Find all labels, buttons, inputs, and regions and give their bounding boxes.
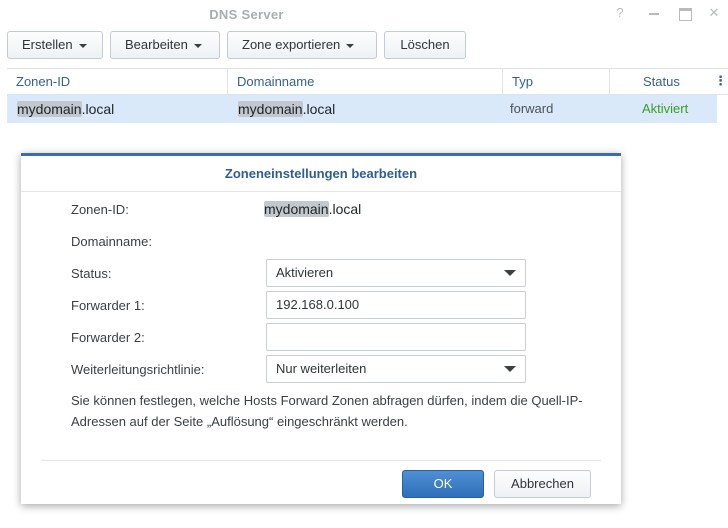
maximize-icon[interactable] (677, 5, 693, 21)
row-zone-id: mydomain.local (7, 95, 228, 123)
zone-id-label: Zonen-ID: (71, 202, 129, 217)
forwarder2-input[interactable] (266, 323, 526, 351)
create-button[interactable]: Erstellen (7, 31, 103, 59)
chevron-down-icon (346, 43, 355, 48)
chevron-down-icon (78, 43, 87, 48)
forward-policy-label: Weiterleitungsrichtlinie: (71, 362, 205, 377)
forwarder1-label: Forwarder 1: (71, 298, 145, 313)
help-icon[interactable]: ? (612, 5, 628, 21)
zone-id-value: mydomain.local (264, 201, 361, 217)
edit-button[interactable]: Bearbeiten (110, 31, 220, 59)
close-icon[interactable]: ✕ (706, 5, 722, 21)
zone-id-suffix: .local (328, 201, 362, 217)
chevron-down-icon (504, 366, 516, 372)
dialog-title: Zoneneinstellungen bearbeiten (224, 166, 418, 181)
edit-zone-dialog: Zoneneinstellungen bearbeiten Zonen-ID: … (21, 153, 621, 504)
edit-button-label: Bearbeiten (125, 37, 188, 52)
redacted-text: mydomain (238, 101, 303, 117)
chevron-down-icon (193, 43, 202, 48)
create-button-label: Erstellen (22, 37, 73, 52)
minimize-icon[interactable] (646, 5, 662, 21)
forward-zone-note: Sie können festlegen, welche Hosts Forwa… (71, 393, 583, 429)
export-zone-button-label: Zone exportieren (242, 37, 341, 52)
window-titlebar: DNS Server ? ✕ (0, 0, 728, 28)
row-domain-name: mydomain.local (228, 95, 503, 123)
status-label: Status: (71, 266, 112, 281)
cancel-button[interactable]: Abbrechen (494, 470, 591, 498)
forward-policy-select-value: Nur weiterleiten (276, 361, 367, 376)
row-domain-suffix: .local (302, 101, 336, 117)
table-row[interactable]: mydomain.local mydomain.local forward Ak… (7, 95, 717, 123)
dialog-divider (21, 191, 621, 192)
ok-button[interactable]: OK (402, 470, 484, 498)
forward-policy-select[interactable]: Nur weiterleiten (266, 355, 526, 383)
status-select-value: Aktivieren (276, 265, 334, 280)
status-select[interactable]: Aktivieren (266, 259, 526, 287)
zone-grid-header: Zonen-ID Domainname Typ Status ⋮ (7, 68, 728, 95)
redacted-text: mydomain (17, 101, 82, 117)
row-status: Aktiviert (642, 101, 689, 116)
forwarder1-input[interactable]: 192.168.0.100 (266, 291, 526, 319)
export-zone-button[interactable]: Zone exportieren (227, 31, 377, 59)
forwarder2-label: Forwarder 2: (71, 330, 145, 345)
window-title: DNS Server (209, 7, 284, 22)
column-domain-name[interactable]: Domainname (228, 69, 503, 95)
chevron-down-icon (504, 270, 516, 276)
column-type[interactable]: Typ (503, 69, 610, 95)
column-menu-icon[interactable]: ⋮ (713, 69, 728, 95)
row-zone-id-suffix: .local (81, 101, 115, 117)
row-type: forward (510, 101, 554, 116)
redacted-text: mydomain (264, 201, 329, 217)
domain-name-label: Domainname: (71, 234, 152, 249)
delete-button[interactable]: Löschen (384, 31, 466, 59)
column-zone-id[interactable]: Zonen-ID (7, 69, 228, 95)
column-status[interactable]: Status (610, 69, 713, 95)
dialog-footer-divider (41, 460, 601, 461)
